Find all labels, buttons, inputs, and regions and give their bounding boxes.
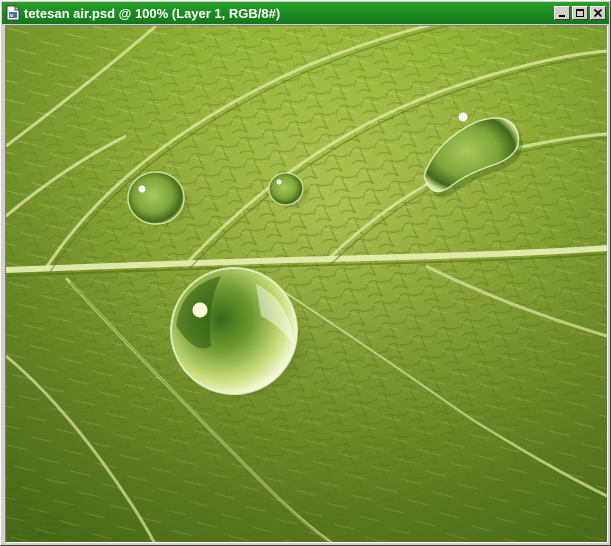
maximize-icon <box>576 9 584 17</box>
maximize-button[interactable] <box>572 6 588 20</box>
image-canvas[interactable] <box>5 25 608 543</box>
leaf-water-drops-image <box>6 26 607 542</box>
minimize-icon <box>559 15 565 17</box>
window-controls <box>554 6 606 20</box>
close-button[interactable] <box>590 6 606 20</box>
document-window: tetesan air.psd @ 100% (Layer 1, RGB/8#) <box>0 0 611 546</box>
document-icon <box>6 5 20 21</box>
title-bar[interactable]: tetesan air.psd @ 100% (Layer 1, RGB/8#) <box>2 2 609 24</box>
close-icon <box>593 8 603 18</box>
minimize-button[interactable] <box>554 6 570 20</box>
window-title: tetesan air.psd @ 100% (Layer 1, RGB/8#) <box>24 5 281 21</box>
